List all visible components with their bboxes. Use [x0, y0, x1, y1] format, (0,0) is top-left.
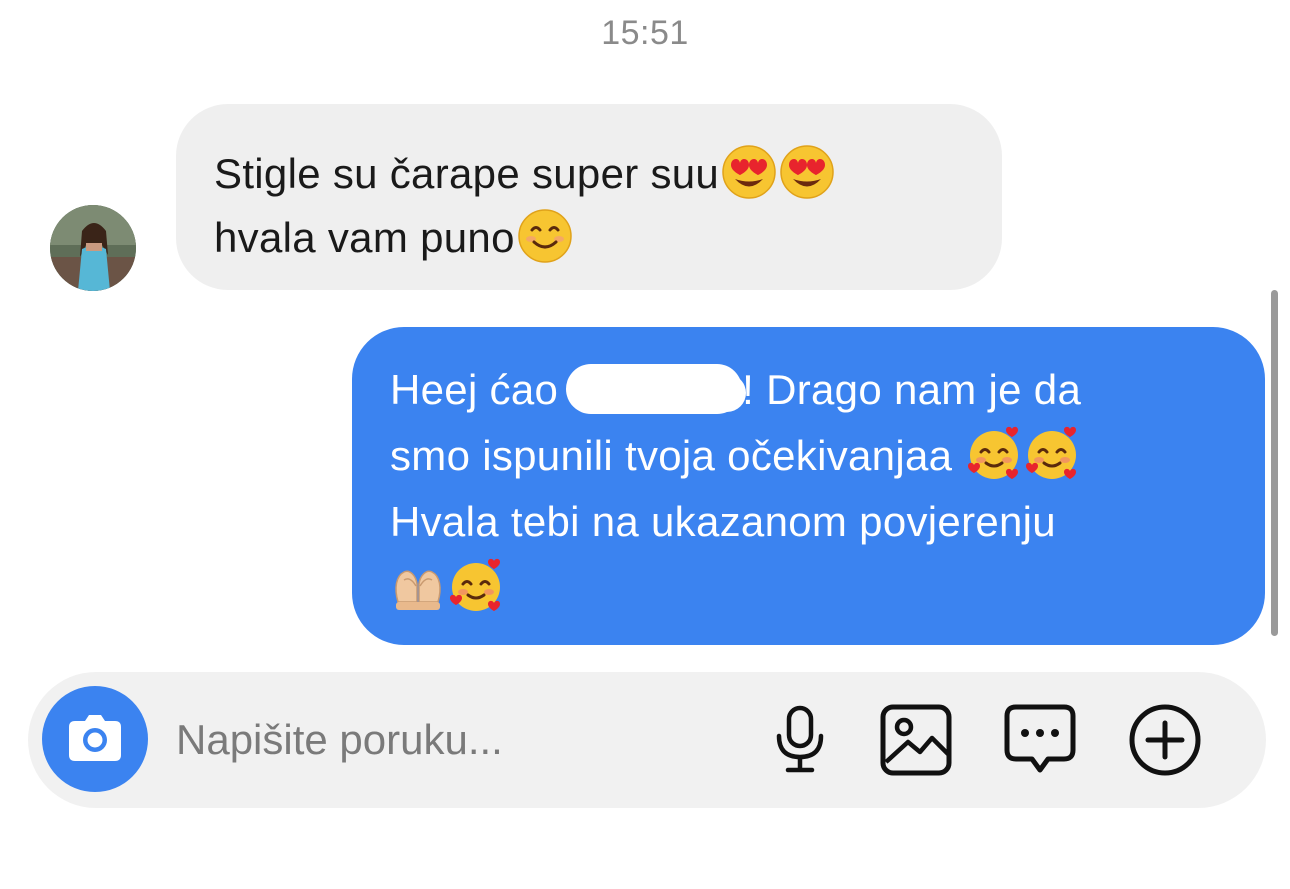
- incoming-line-1: Stigle su čarape super suu: [214, 142, 982, 206]
- outgoing-line-3: Hvala tebi na ukazanom povjerenju: [390, 489, 1241, 555]
- outgoing-message-bubble[interactable]: Heej ćao ! Drago nam je da smo ispunili t…: [352, 327, 1265, 645]
- message-timestamp: 15:51: [601, 14, 689, 52]
- add-button[interactable]: [1127, 702, 1203, 778]
- contact-avatar[interactable]: [50, 205, 136, 291]
- message-input[interactable]: [176, 710, 736, 770]
- outgoing-text-2: smo ispunili tvoja očekivanjaa: [390, 432, 953, 479]
- microphone-icon: [776, 705, 824, 773]
- smiling-face-with-hearts-emoji: [968, 426, 1019, 479]
- incoming-text-2: hvala vam puno: [214, 214, 515, 261]
- outgoing-line-2: smo ispunili tvoja očekivanjaa: [390, 423, 1241, 489]
- smiling-face-with-hearts-emoji: [1026, 426, 1077, 479]
- gallery-button[interactable]: [878, 702, 954, 778]
- outgoing-text-1-end: ! Drago nam je da: [742, 366, 1082, 413]
- chat-screen: 15:51 Stigle su čarape super suu hvala v…: [0, 0, 1290, 889]
- camera-icon: [69, 715, 121, 761]
- microphone-button[interactable]: [762, 702, 838, 778]
- avatar-photo: [50, 205, 136, 291]
- outgoing-line-4: [390, 555, 1241, 621]
- camera-button[interactable]: [42, 686, 148, 792]
- redacted-name: [566, 364, 743, 414]
- incoming-message-bubble[interactable]: Stigle su čarape super suu hvala vam pun…: [176, 104, 1002, 290]
- message-composer: [28, 672, 1266, 808]
- outgoing-text-3: Hvala tebi na ukazanom povjerenju: [390, 498, 1056, 545]
- incoming-text-1: Stigle su čarape super suu: [214, 150, 720, 197]
- outgoing-text-1-start: Heej ćao: [390, 366, 559, 413]
- chat-bubble-icon: [1004, 704, 1076, 773]
- plus-circle-icon: [1129, 704, 1201, 776]
- chat-scrollbar[interactable]: [1271, 290, 1278, 636]
- gallery-icon: [880, 704, 952, 776]
- outgoing-line-1: Heej ćao ! Drago nam je da: [390, 357, 1241, 423]
- heart-eyes-emoji: [722, 145, 776, 199]
- heart-hands-emoji: [395, 570, 441, 610]
- smiling-emoji: [517, 209, 572, 263]
- smiling-face-with-hearts-emoji: [450, 558, 500, 611]
- heart-eyes-emoji: [780, 145, 834, 199]
- incoming-line-2: hvala vam puno: [214, 206, 982, 270]
- chat-options-button[interactable]: [1002, 702, 1078, 778]
